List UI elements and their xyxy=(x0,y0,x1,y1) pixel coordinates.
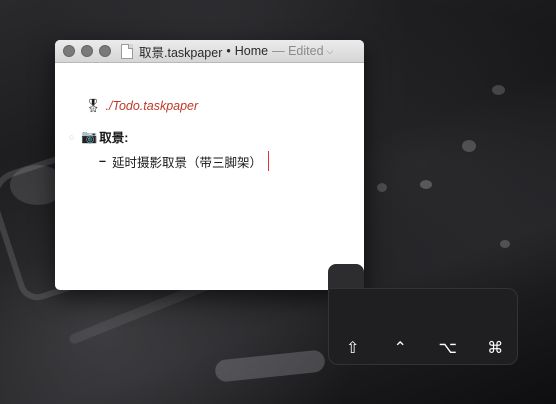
title-location: Home xyxy=(234,44,269,58)
wallpaper-shape xyxy=(214,349,326,383)
chevron-down-icon[interactable]: ⌵ xyxy=(327,46,334,57)
wallpaper-shape xyxy=(500,240,510,248)
wallpaper-shape xyxy=(420,180,432,189)
modifier-keys: ⇧ ⌃ ⌥ ⌘ xyxy=(329,338,519,358)
wallpaper-shape xyxy=(492,85,505,95)
camera-icon: 📷 xyxy=(81,128,98,144)
title-filename: 取景.taskpaper xyxy=(139,45,223,60)
control-icon: ⌃ xyxy=(393,340,407,357)
medal-icon: 🎖 xyxy=(85,98,102,113)
keyboard-hud: ⇧ ⌃ ⌥ ⌘ xyxy=(328,264,518,365)
editor-area[interactable]: 🎖 ./Todo.taskpaper ○ 📷 取景: – 延时摄影取景（带三脚架… xyxy=(55,63,364,171)
window-title[interactable]: 取景.taskpaper • Home — Edited ⌵ xyxy=(121,40,333,62)
zoom-button[interactable] xyxy=(99,45,111,57)
project-line: ○ 📷 取景: xyxy=(69,127,128,146)
hud-panel: ⇧ ⌃ ⌥ ⌘ xyxy=(328,288,518,365)
task-text[interactable]: 延时摄影取景（带三脚架） xyxy=(112,152,262,171)
wallpaper-shape xyxy=(377,183,387,192)
fold-handle-icon[interactable]: ○ xyxy=(69,132,81,142)
file-link[interactable]: ./Todo.taskpaper xyxy=(106,99,199,113)
window-controls xyxy=(63,45,111,57)
minimize-button[interactable] xyxy=(81,45,93,57)
command-icon: ⌘ xyxy=(487,340,504,357)
task-line: – 延时摄影取景（带三脚架） xyxy=(99,151,269,171)
close-button[interactable] xyxy=(63,45,75,57)
document-icon xyxy=(121,43,133,59)
titlebar[interactable]: 取景.taskpaper • Home — Edited ⌵ xyxy=(55,40,364,63)
option-icon: ⌥ xyxy=(438,340,457,357)
shift-icon: ⇧ xyxy=(346,340,360,357)
title-separator: • xyxy=(226,44,231,58)
wallpaper-shape xyxy=(462,140,476,152)
task-bullet: – xyxy=(99,154,106,168)
link-line: 🎖 ./Todo.taskpaper xyxy=(85,98,198,114)
text-cursor xyxy=(267,151,269,171)
taskpaper-window[interactable]: 取景.taskpaper • Home — Edited ⌵ 🎖 ./Todo.… xyxy=(55,40,364,290)
title-status: — Edited xyxy=(272,44,324,58)
project-title[interactable]: 取景: xyxy=(99,127,128,146)
